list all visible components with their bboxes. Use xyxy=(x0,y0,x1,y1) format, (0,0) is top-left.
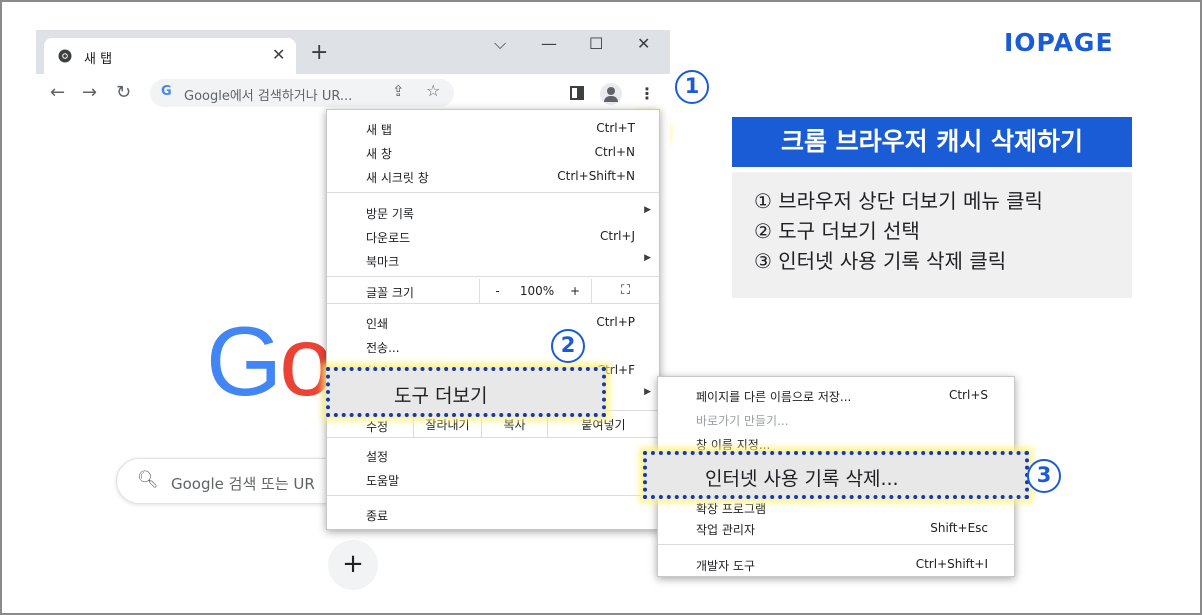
submenu-label: 페이지를 다른 이름으로 저장... xyxy=(696,390,852,404)
brand-logo: IOPAGE xyxy=(1004,28,1114,57)
forward-icon[interactable]: → xyxy=(82,82,97,103)
submenu-label: 바로가기 만들기... xyxy=(696,414,789,428)
clear-browsing-data-label: 인터넷 사용 기록 삭제... xyxy=(705,468,899,490)
menu-separator xyxy=(327,495,659,496)
tab-close-icon[interactable]: ✕ xyxy=(272,45,285,64)
menu-item-new-window[interactable]: 새 창 Ctrl+N xyxy=(327,140,659,164)
highlight-clear-browsing-data[interactable]: 인터넷 사용 기록 삭제... xyxy=(643,451,1029,499)
google-logo: Go xyxy=(206,306,334,416)
menu-item-new-tab[interactable]: 새 탭 Ctrl+T xyxy=(327,116,659,140)
fullscreen-icon[interactable]: ⛶ xyxy=(591,279,659,303)
submenu-item-create-shortcut: 바로가기 만들기... xyxy=(658,406,1014,430)
new-tab-button[interactable]: + xyxy=(310,42,328,64)
menu-shortcut: Ctrl+N xyxy=(594,145,635,159)
menu-item-exit[interactable]: 종료 xyxy=(327,502,659,526)
menu-item-bookmarks[interactable]: 북마크 ▶ xyxy=(327,248,659,272)
google-g-icon: G xyxy=(161,84,172,99)
menu-item-zoom: 글꼴 크기 - 100% + ⛶ xyxy=(327,279,659,303)
menu-shortcut: Ctrl+P xyxy=(596,315,635,329)
menu-item-cast[interactable]: 전송... xyxy=(327,334,659,358)
menu-shortcut: Ctrl+T xyxy=(596,121,635,135)
menu-separator xyxy=(327,192,659,193)
menu-label: 전송... xyxy=(366,341,400,355)
guide-step-1: ① 브라우저 상단 더보기 메뉴 클릭 xyxy=(754,189,1043,213)
menu-shortcut: Ctrl+J xyxy=(600,229,635,243)
menu-item-print[interactable]: 인쇄 Ctrl+P xyxy=(327,310,659,334)
reload-icon[interactable]: ↻ xyxy=(116,82,131,103)
menu-label: 새 탭 xyxy=(366,123,392,137)
guide-step-2: ② 도구 더보기 선택 xyxy=(754,219,920,243)
guide-step-3: ③ 인터넷 사용 기록 삭제 클릭 xyxy=(754,249,1007,273)
submenu-shortcut: Ctrl+S xyxy=(948,388,988,402)
submenu-arrow-icon: ▶ xyxy=(644,387,651,397)
menu-shortcut: Ctrl+Shift+N xyxy=(557,169,635,183)
submenu-shortcut: Ctrl+Shift+I xyxy=(915,557,988,571)
submenu-item-task-manager[interactable]: 작업 관리자 Shift+Esc xyxy=(658,515,1014,539)
submenu-label: 개발자 도구 xyxy=(696,559,756,573)
menu-item-history[interactable]: 방문 기록 ▶ xyxy=(327,200,659,224)
minimize-button[interactable]: — xyxy=(541,34,557,53)
more-tools-label: 도구 더보기 xyxy=(394,385,488,407)
menu-label: 설정 xyxy=(366,450,389,464)
add-shortcut-button[interactable]: + xyxy=(328,540,378,590)
step-badge-2: 2 xyxy=(551,329,585,363)
menu-item-help[interactable]: 도움말 xyxy=(327,467,659,491)
menu-label: 방문 기록 xyxy=(366,207,414,221)
title-bar: 새 탭 ✕ + ⌵ — ☐ ✕ xyxy=(36,30,670,74)
menu-label: 종료 xyxy=(366,509,389,523)
tab-search-icon[interactable]: ⌵ xyxy=(494,34,506,54)
submenu-label: 작업 관리자 xyxy=(696,523,756,537)
menu-item-downloads[interactable]: 다운로드 Ctrl+J xyxy=(327,224,659,248)
menu-item-settings[interactable]: 설정 xyxy=(327,443,659,467)
step-badge-3: 3 xyxy=(1027,459,1061,493)
bookmark-star-icon[interactable]: ☆ xyxy=(426,81,440,100)
chrome-main-menu: 새 탭 Ctrl+T 새 창 Ctrl+N 새 시크릿 창 Ctrl+Shift… xyxy=(326,109,660,530)
menu-label: 수정 xyxy=(366,420,389,434)
logo-letter-g: G xyxy=(206,306,282,416)
submenu-arrow-icon: ▶ xyxy=(644,205,651,215)
menu-label: 다운로드 xyxy=(366,231,411,245)
profile-avatar-icon[interactable] xyxy=(600,83,622,105)
submenu-item-dev-tools[interactable]: 개발자 도구 Ctrl+Shift+I xyxy=(658,551,1014,575)
menu-separator xyxy=(327,276,659,277)
menu-label: 도움말 xyxy=(366,474,400,488)
menu-label: 새 시크릿 창 xyxy=(366,171,429,185)
search-icon: 🔍︎ xyxy=(137,470,159,490)
menu-item-incognito[interactable]: 새 시크릿 창 Ctrl+Shift+N xyxy=(327,164,659,188)
zoom-in-button[interactable]: + xyxy=(559,279,591,303)
back-icon[interactable]: ← xyxy=(50,82,65,103)
search-placeholder: Google 검색 또는 UR xyxy=(171,475,315,493)
submenu-separator xyxy=(658,544,1014,545)
toolbar: ← → ↻ G Google에서 검색하거나 UR... ⇪ ☆ ⋮ xyxy=(36,74,670,154)
submenu-shortcut: Shift+Esc xyxy=(930,521,988,535)
zoom-out-button[interactable]: - xyxy=(479,279,515,303)
logo-letter-o: o xyxy=(279,306,333,416)
menu-separator xyxy=(327,303,659,304)
maximize-button[interactable]: ☐ xyxy=(589,34,603,53)
menu-label: 북마크 xyxy=(366,255,400,269)
more-menu-kebab-icon[interactable]: ⋮ xyxy=(637,82,657,106)
menu-label: 새 창 xyxy=(366,147,392,161)
submenu-arrow-icon: ▶ xyxy=(644,253,651,263)
submenu-item-save-page[interactable]: 페이지를 다른 이름으로 저장... Ctrl+S xyxy=(658,382,1014,406)
menu-label: 인쇄 xyxy=(366,317,389,331)
omnibox[interactable]: G Google에서 검색하거나 UR... ⇪ ☆ xyxy=(150,79,454,107)
tab-new-tab[interactable]: 새 탭 ✕ xyxy=(44,38,296,74)
guide-title: 크롬 브라우저 캐시 삭제하기 xyxy=(732,117,1132,167)
guide-steps: ① 브라우저 상단 더보기 메뉴 클릭 ② 도구 더보기 선택 ③ 인터넷 사용… xyxy=(732,172,1132,298)
menu-separator xyxy=(327,437,659,438)
chrome-icon xyxy=(58,49,72,63)
step-badge-1: 1 xyxy=(675,70,709,104)
omnibox-placeholder: Google에서 검색하거나 UR... xyxy=(184,89,353,104)
share-icon[interactable]: ⇪ xyxy=(392,82,405,100)
highlight-more-tools[interactable]: 도구 더보기 xyxy=(326,367,606,417)
side-panel-icon[interactable] xyxy=(570,86,584,100)
tab-title: 새 탭 xyxy=(84,52,113,67)
close-window-button[interactable]: ✕ xyxy=(637,34,650,53)
zoom-value: 100% xyxy=(519,284,555,298)
menu-label: 글꼴 크기 xyxy=(366,286,414,300)
